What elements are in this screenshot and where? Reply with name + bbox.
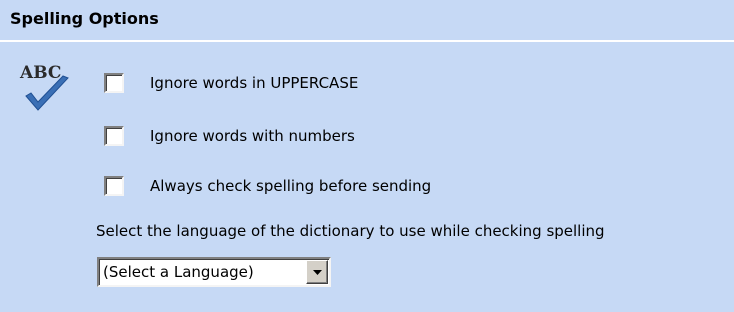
spellcheck-abc-icon: ABC: [19, 63, 69, 111]
section-title: Spelling Options: [10, 9, 159, 28]
ignore-numbers-checkbox[interactable]: [104, 126, 124, 146]
option-row-ignore-numbers: Ignore words with numbers: [104, 124, 355, 148]
check-before-sending-checkbox[interactable]: [104, 176, 124, 196]
spellcheck-abc-icon-text: ABC: [19, 63, 61, 83]
ignore-uppercase-checkbox[interactable]: [104, 73, 124, 93]
check-before-sending-label: Always check spelling before sending: [150, 177, 432, 195]
option-row-ignore-uppercase: Ignore words in UPPERCASE: [104, 71, 358, 95]
chevron-down-icon: [313, 270, 322, 275]
dropdown-arrow-button[interactable]: [306, 260, 328, 284]
language-select[interactable]: (Select a Language): [97, 257, 331, 287]
section-header: Spelling Options: [0, 0, 734, 42]
language-select-value: (Select a Language): [103, 263, 254, 281]
option-row-check-before-sending: Always check spelling before sending: [104, 174, 431, 198]
language-prompt: Select the language of the dictionary to…: [96, 222, 605, 240]
ignore-uppercase-label: Ignore words in UPPERCASE: [150, 74, 359, 92]
ignore-numbers-label: Ignore words with numbers: [150, 127, 355, 145]
spelling-options-panel: Spelling Options ABC Ignore words in UPP…: [0, 0, 734, 312]
